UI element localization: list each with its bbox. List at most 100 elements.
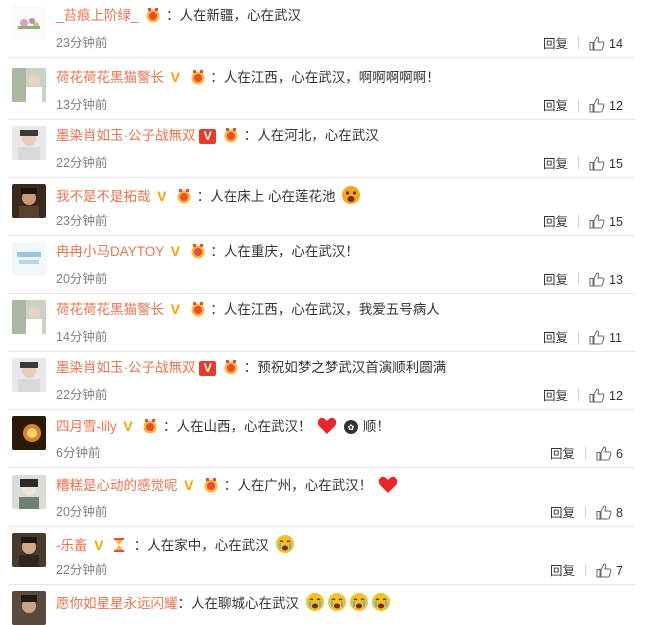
comment-item: 四月雪-lily V ：人在山西，心在武汉！ ✿ 顺！ 6分钟前 回复 6	[0, 410, 640, 468]
thumbs-up-icon[interactable]	[589, 272, 605, 290]
avatar[interactable]	[12, 475, 46, 509]
comment-username[interactable]: _苔痕上阶绿_	[56, 8, 139, 23]
comment-username[interactable]: 墨染肖如玉·公子战無双	[56, 360, 196, 375]
comment-username[interactable]: 墨染肖如玉·公子战無双	[56, 128, 196, 143]
thumbs-up-icon[interactable]	[596, 563, 612, 581]
divider	[585, 506, 587, 518]
vip-v-icon: V	[170, 69, 180, 85]
medal-icon	[189, 243, 207, 259]
like-count: 15	[609, 157, 623, 171]
comment-actions: 回复 15	[543, 211, 623, 232]
comment-actions: 回复 13	[543, 269, 623, 290]
thumbs-up-icon[interactable]	[589, 156, 605, 174]
divider	[578, 389, 580, 401]
comment-text: ：人在聊城心在武汉	[177, 596, 300, 611]
avatar[interactable]	[12, 242, 46, 276]
thumbs-up-icon[interactable]	[589, 214, 605, 232]
comment-item: 墨染肖如玉·公子战無双 V ：人在河北，心在武汉 22分钟前 回复 15	[0, 120, 640, 178]
comment-time: 23分钟前	[56, 36, 108, 50]
like-count: 8	[616, 506, 623, 520]
badge-icon: ✿	[343, 419, 359, 440]
reply-button[interactable]: 回复	[543, 33, 568, 52]
row-divider	[8, 467, 635, 468]
comment-time: 20分钟前	[56, 272, 108, 286]
like-count: 12	[609, 389, 623, 403]
thumbs-up-icon[interactable]	[589, 330, 605, 348]
thumbs-up-icon[interactable]	[589, 98, 605, 116]
comment-username[interactable]: 我不是不是拓哉	[56, 189, 151, 204]
comment-time: 20分钟前	[56, 505, 108, 519]
avatar[interactable]	[12, 533, 46, 567]
comment-username[interactable]: 愿你如星星永远闪耀	[56, 596, 178, 611]
comment-username[interactable]: 四月雪-lily	[56, 419, 117, 434]
comment-username[interactable]: 糟糕是心动的感觉呢	[56, 478, 178, 493]
avatar[interactable]	[12, 300, 46, 334]
reply-button[interactable]: 回复	[543, 153, 568, 172]
comment-username[interactable]: 冉冉小马DAYTOY	[56, 244, 164, 259]
medal-icon	[202, 477, 220, 493]
medal-icon	[141, 418, 159, 434]
thumbs-up-icon[interactable]	[589, 388, 605, 406]
comment-time: 13分钟前	[56, 98, 108, 112]
vip-v-icon: V	[157, 188, 167, 204]
comment-text-continued: 顺！	[362, 419, 390, 434]
reply-button[interactable]: 回复	[543, 211, 568, 230]
reply-button[interactable]: 回复	[543, 95, 568, 114]
medal-icon	[189, 69, 207, 85]
thumbs-up-icon[interactable]	[589, 36, 605, 54]
comment-text: ：人在江西，心在武汉，啊啊啊啊啊！	[210, 70, 440, 85]
row-divider	[8, 57, 635, 58]
surprised-emoji-icon	[341, 185, 361, 210]
like-count: 14	[609, 37, 623, 51]
reply-button[interactable]: 回复	[543, 327, 568, 346]
reply-button[interactable]: 回复	[550, 502, 575, 521]
like-count: 7	[616, 564, 623, 578]
thumbs-up-icon[interactable]	[596, 446, 612, 464]
avatar[interactable]	[12, 6, 46, 40]
reply-button[interactable]: 回复	[543, 269, 568, 288]
comment-text: ：人在家中，心在武汉	[133, 538, 269, 553]
divider	[578, 215, 580, 227]
comment-item: 愿你如星星永远闪耀：人在聊城心在武汉	[0, 585, 640, 625]
comment-text: ：人在重庆，心在武汉！	[210, 244, 359, 259]
avatar[interactable]	[12, 184, 46, 218]
divider	[578, 37, 580, 49]
crying-emoji-icon	[305, 592, 325, 617]
divider	[578, 273, 580, 285]
like-count: 12	[609, 99, 623, 113]
crying-emoji-icon	[275, 534, 295, 559]
heart-icon	[317, 417, 337, 440]
crying-emoji-icon	[371, 592, 391, 617]
like-count: 13	[609, 273, 623, 287]
avatar[interactable]	[12, 358, 46, 392]
comment-time: 23分钟前	[56, 214, 108, 228]
comment-actions: 回复 15	[543, 153, 623, 174]
comment-username[interactable]: -乐畜	[56, 538, 88, 553]
avatar[interactable]	[12, 416, 46, 450]
crying-emoji-icon	[349, 592, 369, 617]
comment-actions: 回复 14	[543, 33, 623, 54]
avatar[interactable]	[12, 126, 46, 160]
divider	[578, 99, 580, 111]
comment-item: _苔痕上阶绿_ ：人在新疆，心在武汉 23分钟前 回复 14	[0, 0, 640, 58]
comment-username[interactable]: 荷花荷花黑猫警长	[56, 302, 164, 317]
vip-v-icon: V	[94, 537, 104, 553]
divider	[585, 447, 587, 459]
avatar[interactable]	[12, 68, 46, 102]
reply-button[interactable]: 回复	[550, 560, 575, 579]
medal-icon	[222, 127, 240, 143]
comment-time: 6分钟前	[56, 446, 101, 460]
vip-v-icon: V	[184, 477, 194, 493]
reply-button[interactable]: 回复	[543, 385, 568, 404]
comment-actions: 回复 12	[543, 385, 623, 406]
comment-text: ：预祝如梦之梦武汉首演顺利圆满	[243, 360, 447, 375]
comment-username[interactable]: 荷花荷花黑猫警长	[56, 70, 164, 85]
thumbs-up-icon[interactable]	[596, 505, 612, 523]
comment-item: 糟糕是心动的感觉呢 V ：人在广州，心在武汉！ 20分钟前 回复 8	[0, 469, 640, 527]
vip-v-icon: V	[170, 243, 180, 259]
comment-text: ：人在河北，心在武汉	[243, 128, 379, 143]
reply-button[interactable]: 回复	[550, 443, 575, 462]
comment-item: 我不是不是拓哉 V ：人在床上 心在莲花池 23分钟前 回复 15	[0, 178, 640, 236]
vip-v-icon: V	[199, 129, 217, 144]
avatar[interactable]	[12, 591, 46, 625]
